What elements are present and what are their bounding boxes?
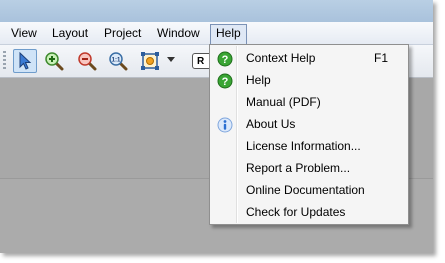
menu-project[interactable]: Project: [99, 24, 146, 42]
title-bar: [0, 0, 433, 22]
menu-item-online-documentation[interactable]: Online Documentation: [211, 180, 407, 202]
app-window: View Layout Project Window Help 1:1 R ? …: [0, 0, 433, 253]
zoom-in-icon: [45, 52, 64, 71]
menu-bar: View Layout Project Window Help: [0, 22, 433, 45]
svg-text:?: ?: [222, 76, 229, 88]
menu-item-label: Check for Updates: [246, 205, 346, 219]
help-question-icon: ?: [217, 51, 233, 67]
menu-item-label: Manual (PDF): [246, 95, 321, 109]
menu-help[interactable]: Help: [210, 24, 247, 44]
toolbar-grip[interactable]: [3, 51, 6, 71]
help-dropdown-menu: ? Context Help F1 ? Help Manual (PDF) Ab…: [209, 44, 409, 225]
menu-window[interactable]: Window: [152, 24, 205, 42]
pointer-tool-button[interactable]: [13, 49, 37, 73]
menu-item-label: Context Help: [246, 51, 316, 65]
zoom-out-icon: [78, 52, 97, 71]
fit-to-window-button[interactable]: [138, 49, 162, 73]
svg-text:?: ?: [222, 54, 229, 66]
menu-item-help[interactable]: ? Help: [211, 70, 407, 92]
menu-item-license-information[interactable]: License Information...: [211, 136, 407, 158]
info-icon: [217, 117, 233, 133]
zoom-out-button[interactable]: [75, 49, 99, 73]
menu-item-report-a-problem[interactable]: Report a Problem...: [211, 158, 407, 180]
help-question-icon: ?: [217, 73, 233, 89]
fit-options-dropdown-icon[interactable]: [167, 57, 175, 62]
menu-item-check-for-updates[interactable]: Check for Updates: [211, 202, 407, 224]
svg-text:1:1: 1:1: [112, 58, 121, 64]
fit-page-icon: [141, 52, 159, 70]
menu-item-manual-pdf[interactable]: Manual (PDF): [211, 92, 407, 114]
menu-item-context-help[interactable]: ? Context Help F1: [211, 48, 407, 70]
menu-item-label: Online Documentation: [246, 183, 365, 197]
zoom-1-to-1-icon: 1:1: [109, 52, 128, 71]
menu-view[interactable]: View: [6, 24, 42, 42]
zoom-in-button[interactable]: [42, 49, 66, 73]
cursor-arrow-icon: [19, 52, 32, 70]
menu-item-shortcut: F1: [373, 51, 388, 65]
menu-item-label: About Us: [246, 117, 296, 131]
menu-item-label: License Information...: [246, 139, 361, 153]
menu-item-about-us[interactable]: About Us: [211, 114, 407, 136]
menu-item-label: Help: [246, 73, 271, 87]
zoom-actual-size-button[interactable]: 1:1: [106, 49, 130, 73]
menu-item-label: Report a Problem...: [246, 161, 351, 175]
menu-layout[interactable]: Layout: [47, 24, 93, 42]
